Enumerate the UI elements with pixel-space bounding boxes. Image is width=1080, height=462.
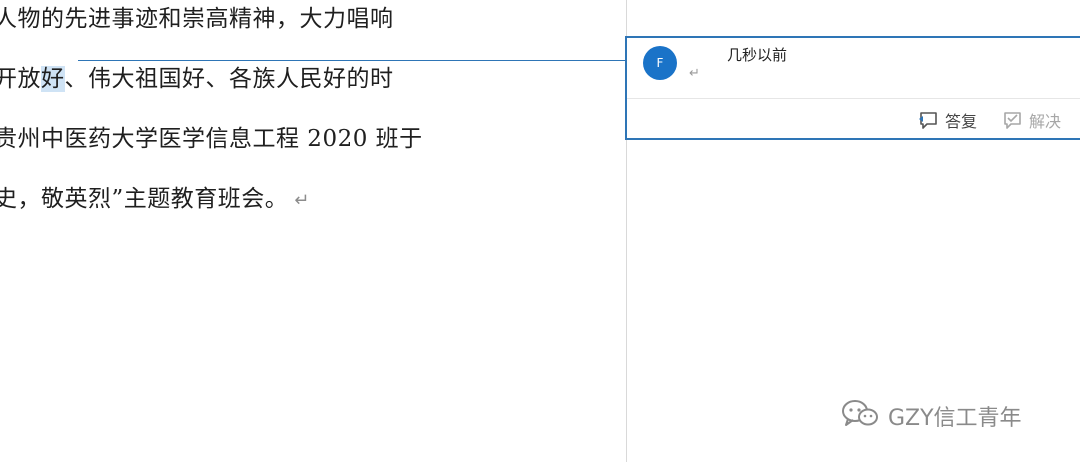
watermark: GZY信工青年 — [840, 398, 1022, 434]
document-line-text: 贵州中医药大学医学信息工程 2020 班于 — [0, 126, 423, 152]
reply-button[interactable]: 答复 — [917, 108, 977, 132]
comment-timestamp: 几秒以前 — [727, 46, 788, 64]
document-line-text: 、伟大祖国好、各族人民好的时 — [64, 66, 394, 92]
document-line[interactable]: 开放好、伟大祖国好、各族人民好的时 — [0, 64, 394, 94]
avatar: F — [643, 46, 677, 80]
comment-anchor-line — [78, 60, 626, 61]
document-line-text: 人物的先进事迹和崇高精神，大力唱响 — [0, 6, 394, 32]
document-line[interactable]: 史，敬英烈”主题教育班会。 ↵ — [0, 184, 310, 216]
comment-body[interactable]: ↵ — [689, 66, 700, 81]
document-line[interactable]: 贵州中医药大学医学信息工程 2020 班于 — [0, 124, 423, 154]
document-line[interactable]: 人物的先进事迹和崇高精神，大力唱响 — [0, 4, 394, 34]
reply-comment-icon — [917, 110, 939, 130]
resolve-button[interactable]: 解决 — [1001, 108, 1061, 132]
watermark-text: GZY信工青年 — [888, 406, 1022, 431]
document-page[interactable]: 人物的先进事迹和崇高精神，大力唱响 开放好、伟大祖国好、各族人民好的时 贵州中医… — [0, 0, 626, 462]
paragraph-mark: ↵ — [294, 190, 310, 211]
document-line-text: 史，敬英烈”主题教育班会。 — [0, 186, 289, 212]
wechat-logo-icon — [840, 398, 880, 434]
selected-text[interactable]: 好 — [41, 66, 65, 92]
resolve-label: 解决 — [1029, 112, 1062, 131]
reply-label: 答复 — [945, 112, 978, 131]
resolve-comment-icon — [1001, 110, 1023, 130]
comment-card[interactable]: F 几秒以前 ↵ 答复 解决 — [625, 36, 1080, 140]
comment-divider — [627, 98, 1080, 99]
document-line-text: 开放 — [0, 66, 41, 92]
